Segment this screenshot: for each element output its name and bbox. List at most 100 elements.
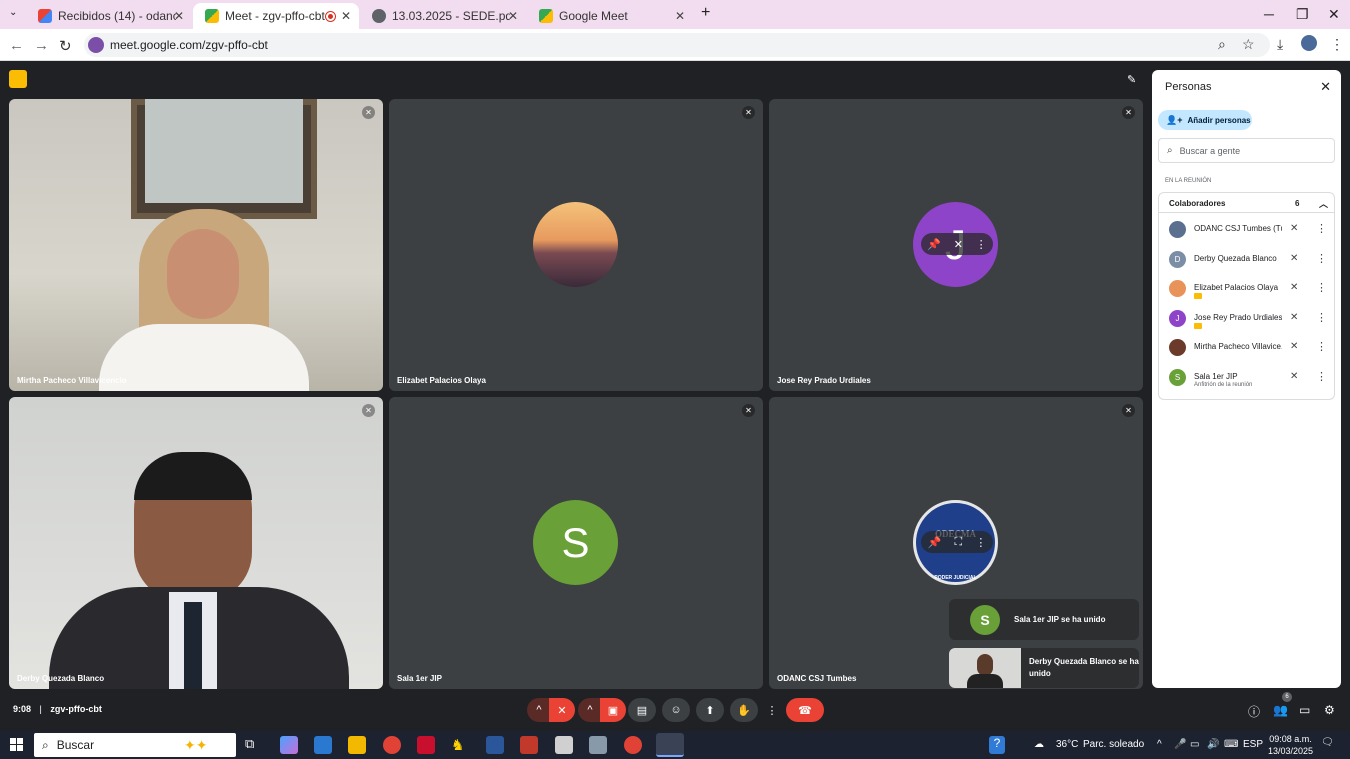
meeting-details-icon[interactable]: ⓘ (1248, 703, 1260, 720)
present-screen-button[interactable]: ⬆ (696, 698, 724, 722)
chat-icon[interactable]: ▭ (1299, 703, 1310, 717)
institution-icon[interactable] (589, 736, 607, 754)
participant-row[interactable]: D Derby Quezada Blanco ✕ ⋮ (1159, 247, 1334, 275)
participant-tile[interactable]: S ✕ Sala 1er JIP (389, 397, 763, 689)
close-panel-icon[interactable]: ✕ (1320, 79, 1331, 95)
address-bar[interactable]: meet.google.com/zgv-pffo-cbt (84, 33, 1270, 57)
copilot-icon[interactable] (280, 736, 298, 754)
task-view-icon[interactable]: ⧉ (245, 736, 263, 754)
language-indicator[interactable]: ESP (1243, 739, 1263, 750)
zoom-icon[interactable]: ⌕ (1218, 36, 1226, 53)
participant-tile[interactable]: ✕ Elizabet Palacios Olaya (389, 99, 763, 391)
menu-kebab-icon[interactable]: ⋮ (1330, 36, 1344, 53)
more-options-icon[interactable]: ⋮ (1316, 311, 1327, 324)
more-options-icon[interactable]: ⋮ (1316, 370, 1327, 383)
file-explorer-icon[interactable] (348, 736, 366, 754)
mic-options-chevron-icon[interactable]: ^ (527, 698, 551, 722)
more-options-icon[interactable]: ⋮ (975, 536, 986, 549)
browser-tabstrip: ⌄ Recibidos (14) - odanccsjtumbe ✕ Meet … (0, 0, 1350, 29)
tray-mic-icon[interactable]: 🎤 (1174, 739, 1186, 750)
mute-icon[interactable]: ✕ (954, 238, 963, 251)
collaborators-header[interactable]: Colaboradores 6 ︿ (1159, 193, 1334, 213)
fullscreen-icon[interactable]: ⛶ (954, 536, 962, 549)
bookmark-star-icon[interactable]: ☆ (1242, 36, 1255, 53)
word-icon[interactable] (486, 736, 504, 754)
people-search-input[interactable]: ⌕ Buscar a gente (1158, 138, 1335, 163)
chrome-icon[interactable] (383, 736, 401, 754)
participant-row[interactable]: J Jose Rey Prado Urdiales ✕ ⋮ (1159, 306, 1334, 334)
more-options-icon[interactable]: ⋮ (1316, 340, 1327, 353)
tray-chevron-icon[interactable]: ^ (1157, 739, 1162, 750)
help-icon[interactable]: ? (989, 736, 1005, 754)
reload-icon[interactable]: ↻ (59, 37, 72, 55)
more-options-icon[interactable]: ⋮ (1316, 252, 1327, 265)
figure-app-icon[interactable]: ♞ (451, 736, 469, 754)
app-grid-icon[interactable] (520, 736, 538, 754)
tab-gmail[interactable]: Recibidos (14) - odanccsjtumbe ✕ (26, 3, 192, 29)
activities-icon[interactable]: ⚙ (1324, 703, 1335, 717)
download-icon[interactable]: ⤓ (1277, 36, 1283, 53)
taskbar-search[interactable]: ⌕ Buscar ✦✦ (34, 733, 236, 757)
more-options-icon[interactable]: ⋮ (976, 238, 987, 251)
back-icon[interactable]: ← (9, 37, 24, 54)
tab-search-chevron-icon[interactable]: ⌄ (9, 7, 17, 18)
notifications-icon[interactable]: 🗨 (1321, 737, 1334, 748)
participant-tile[interactable]: ✕ Mirtha Pacheco Villavicencio (9, 99, 383, 391)
camera-off-button[interactable]: ▣ (600, 698, 626, 722)
chrome-profile-icon[interactable] (624, 736, 642, 754)
close-tab-icon[interactable]: ✕ (341, 9, 351, 23)
participant-row[interactable]: Mirtha Pacheco Villavice... ✕ ⋮ (1159, 335, 1334, 363)
profile-avatar[interactable] (1301, 35, 1317, 51)
participant-row[interactable]: ODANC CSJ Tumbes (Tú) ✕ ⋮ (1159, 217, 1334, 245)
participant-row[interactable]: S Sala 1er JIP Anfitrión de la reunión ✕ ⋮ (1159, 365, 1334, 393)
emoji-button[interactable]: ☺ (662, 698, 690, 722)
forward-icon[interactable]: → (34, 37, 49, 54)
muted-mic-icon[interactable]: ✕ (1290, 341, 1298, 352)
meet-activity-icon[interactable] (9, 70, 27, 88)
site-info-icon[interactable] (88, 37, 104, 53)
taskbar-clock[interactable]: 09:08 a.m. 13/03/2025 (1268, 733, 1313, 757)
add-people-button[interactable]: 👤+ Añadir personas (1158, 110, 1252, 130)
close-tab-icon[interactable]: ✕ (508, 9, 518, 23)
tab-meet-active[interactable]: Meet - zgv-pffo-cbt ✕ (193, 3, 359, 29)
chrome-active-icon[interactable] (656, 733, 684, 757)
pin-icon[interactable]: 📌 (928, 536, 942, 549)
muted-mic-icon[interactable]: ✕ (1290, 371, 1298, 382)
participant-tile[interactable]: ODECMA PODER JUDICIAL 📌 ⛶ ⋮ ✕ ODANC CSJ … (769, 397, 1143, 689)
weather-icon[interactable]: ☁ (1034, 739, 1044, 750)
keyboard-layout-icon[interactable]: ⌨ (1224, 739, 1238, 750)
close-tab-icon[interactable]: ✕ (174, 9, 184, 23)
muted-mic-icon[interactable]: ✕ (1290, 253, 1298, 264)
more-options-icon[interactable]: ⋮ (1316, 281, 1327, 294)
more-options-icon[interactable]: ⋮ (1316, 222, 1327, 235)
participant-row[interactable]: Elizabet Palacios Olaya ✕ ⋮ (1159, 276, 1334, 304)
edit-layout-icon[interactable]: ✎ (1127, 73, 1136, 86)
tab-google-meet[interactable]: Google Meet ✕ (527, 3, 693, 29)
muted-mic-icon[interactable]: ✕ (1290, 223, 1298, 234)
leave-call-button[interactable]: ☎ (786, 698, 824, 722)
muted-mic-icon[interactable]: ✕ (1290, 312, 1298, 323)
windows-start-icon[interactable] (10, 738, 23, 751)
new-tab-button[interactable]: + (701, 4, 710, 22)
participant-tile[interactable]: ✕ Derby Quezada Blanco (9, 397, 383, 689)
restore-icon[interactable]: ❐ (1296, 6, 1309, 23)
calculator-icon[interactable] (555, 736, 573, 754)
participant-tile[interactable]: J 📌 ✕ ⋮ ✕ Jose Rey Prado Urdiales (769, 99, 1143, 391)
chevron-up-icon[interactable]: ︿ (1319, 197, 1328, 210)
pin-icon[interactable]: 📌 (927, 238, 941, 251)
close-window-icon[interactable]: ✕ (1328, 6, 1340, 23)
minimize-icon[interactable]: ─ (1264, 6, 1274, 22)
muted-mic-icon[interactable]: ✕ (1290, 282, 1298, 293)
camera-options-chevron-icon[interactable]: ^ (578, 698, 602, 722)
people-button-icon[interactable]: 👥 (1273, 703, 1288, 717)
more-options-button[interactable]: ⋮ (762, 698, 782, 722)
tab-pdf[interactable]: 13.03.2025 - SEDE.pdf ✕ (360, 3, 526, 29)
store-icon[interactable] (314, 736, 332, 754)
mic-off-button[interactable]: ✕ (549, 698, 575, 722)
acrobat-icon[interactable] (417, 736, 435, 754)
volume-icon[interactable]: 🔊 (1207, 739, 1219, 750)
raise-hand-button[interactable]: ✋ (730, 698, 758, 722)
captions-button[interactable]: ▤ (628, 698, 656, 722)
network-icon[interactable]: ▭ (1190, 739, 1199, 750)
close-tab-icon[interactable]: ✕ (675, 9, 685, 23)
